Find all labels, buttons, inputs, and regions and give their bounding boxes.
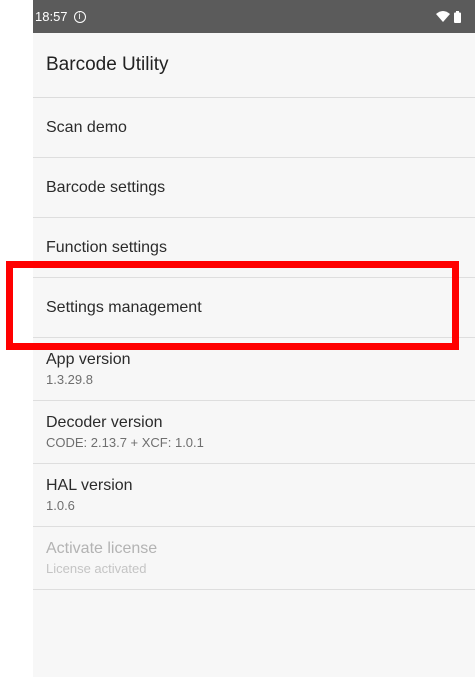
status-time: 18:57 — [35, 9, 68, 24]
activate-license-label: Activate license — [46, 540, 158, 557]
decoder-version-value: CODE: 2.13.7 + XCF: 1.0.1 — [46, 435, 204, 450]
status-left: 18:57 i — [35, 9, 86, 24]
status-bar: 18:57 i — [33, 0, 475, 33]
wifi-icon — [436, 11, 450, 22]
decoder-version-row[interactable]: Decoder version CODE: 2.13.7 + XCF: 1.0.… — [33, 401, 475, 464]
menu-item-scan-demo[interactable]: Scan demo — [33, 98, 475, 158]
activate-license-row: Activate license License activated — [33, 527, 475, 590]
decoder-version-label: Decoder version — [46, 414, 163, 431]
menu-item-label: Barcode settings — [46, 178, 166, 196]
app-version-value: 1.3.29.8 — [46, 372, 93, 387]
hal-version-label: HAL version — [46, 477, 133, 494]
app-title: Barcode Utility — [46, 54, 169, 75]
highlight-box — [6, 261, 459, 350]
hal-version-value: 1.0.6 — [46, 498, 75, 513]
app-bar: Barcode Utility — [33, 33, 475, 98]
app-version-label: App version — [46, 351, 131, 368]
menu-item-label: Function settings — [46, 238, 167, 256]
activate-license-status: License activated — [46, 561, 147, 576]
menu-item-label: Scan demo — [46, 118, 127, 136]
status-right — [436, 10, 461, 23]
info-icon: i — [73, 10, 86, 23]
battery-icon — [454, 10, 461, 23]
menu-item-barcode-settings[interactable]: Barcode settings — [33, 158, 475, 218]
hal-version-row[interactable]: HAL version 1.0.6 — [33, 464, 475, 527]
